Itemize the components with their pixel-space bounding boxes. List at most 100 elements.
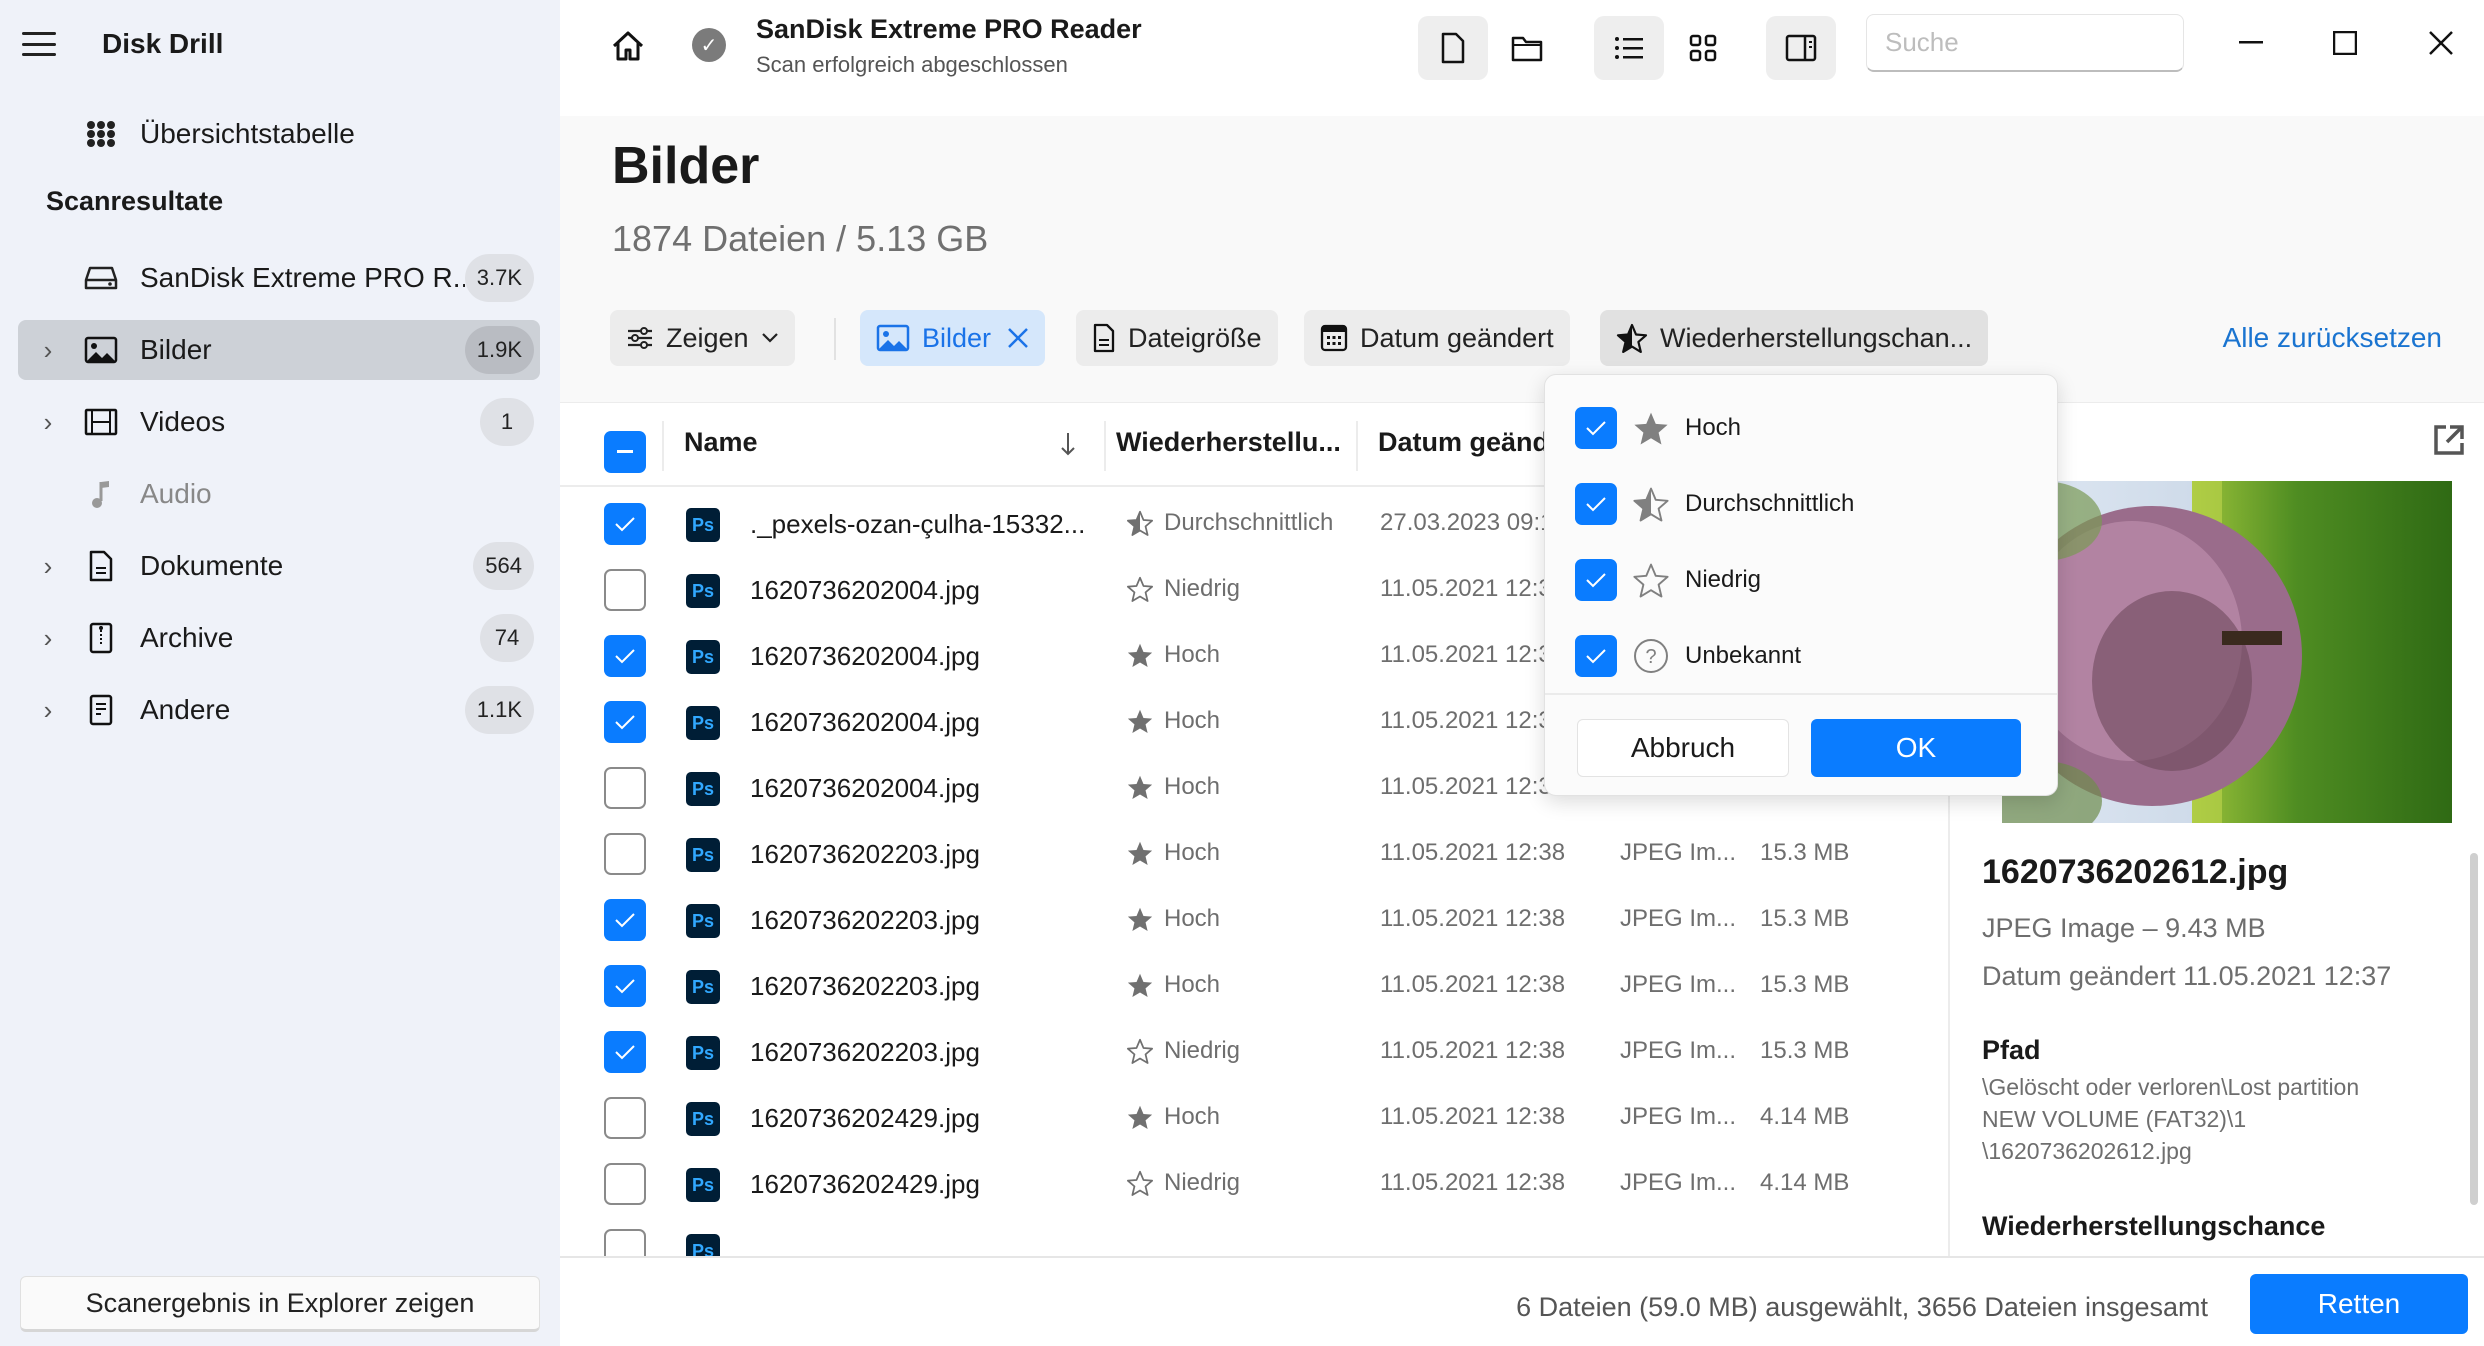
date-filter-button[interactable]: Datum geändert	[1304, 310, 1570, 366]
grid-view-button[interactable]	[1668, 16, 1738, 80]
file-type: JPEG Im...	[1620, 971, 1737, 998]
close-button[interactable]	[2416, 20, 2466, 66]
row-checkbox[interactable]	[604, 635, 646, 677]
open-external-icon[interactable]	[2432, 423, 2466, 457]
page-subtitle: 1874 Dateien / 5.13 GB	[612, 218, 989, 259]
table-row[interactable]: Ps 1620736202203.jpg Hoch 11.05.2021 12:38 J…	[560, 953, 1948, 1019]
list-view-button[interactable]	[1594, 16, 1664, 80]
folder-icon	[1511, 36, 1543, 62]
table-row[interactable]: Ps 1620736202429.jpg Hoch 11.05.2021 12:38 J…	[560, 1085, 1948, 1151]
file-type: JPEG Im...	[1620, 1103, 1737, 1130]
option-checkbox[interactable]	[1575, 407, 1617, 449]
device-title: SanDisk Extreme PRO Reader	[756, 14, 1142, 44]
minimize-button[interactable]	[2226, 20, 2276, 66]
option-low[interactable]: Niedrig	[1575, 557, 1761, 603]
table-row[interactable]: Ps 1620736202203.jpg Niedrig 11.05.2021 12:…	[560, 1019, 1948, 1085]
sidebar-item-audio[interactable]: Audio	[18, 464, 540, 524]
drive-icon	[78, 264, 124, 292]
filesize-filter-button[interactable]: Dateigröße	[1076, 310, 1278, 366]
row-checkbox[interactable]	[604, 1031, 646, 1073]
recovery-chance-filter-button[interactable]: Wiederherstellungschan...	[1600, 310, 1989, 366]
column-divider	[1356, 421, 1358, 471]
row-checkbox[interactable]	[604, 1097, 646, 1139]
sidebar-item-andere[interactable]: › Andere 1.1K	[18, 680, 540, 740]
search-field[interactable]	[1866, 14, 2220, 72]
date-modified: 11.05.2021 12:38	[1380, 905, 1566, 932]
option-checkbox[interactable]	[1575, 483, 1617, 525]
search-input[interactable]	[1885, 27, 2220, 58]
row-checkbox[interactable]	[604, 899, 646, 941]
option-checkbox[interactable]	[1575, 559, 1617, 601]
file-type: JPEG Im...	[1620, 839, 1737, 866]
option-unknown[interactable]: ? Unbekannt	[1575, 633, 1801, 679]
show-in-explorer-button[interactable]: Scanergebnis in Explorer zeigen	[20, 1276, 540, 1332]
cancel-button[interactable]: Abbruch	[1577, 719, 1789, 777]
sidebar-item-device[interactable]: SanDisk Extreme PRO R... 3.7K	[18, 248, 540, 308]
column-header-chance[interactable]: Wiederherstellu...	[1116, 427, 1341, 458]
document-icon	[78, 550, 124, 582]
sliders-icon	[628, 327, 652, 349]
star-outline-icon	[1631, 562, 1671, 598]
sidebar-item-label: Videos	[140, 406, 226, 437]
chevron-down-icon	[761, 333, 778, 343]
film-icon	[78, 408, 124, 436]
photoshop-file-icon: Ps	[686, 1168, 720, 1202]
chevron-right-icon[interactable]: ›	[18, 407, 78, 438]
row-checkbox[interactable]	[604, 767, 646, 809]
sidebar-item-bilder[interactable]: › Bilder 1.9K	[18, 320, 540, 380]
chevron-right-icon[interactable]: ›	[18, 623, 78, 654]
file-size: 4.14 MB	[1760, 1103, 1850, 1130]
date-modified: 11.05.2021 12:3	[1380, 773, 1552, 800]
select-all-checkbox[interactable]	[604, 431, 646, 473]
photoshop-file-icon: Ps	[686, 1234, 720, 1256]
images-filter-chip[interactable]: Bilder	[860, 310, 1046, 366]
reset-all-link[interactable]: Alle zurücksetzen	[2223, 322, 2442, 354]
sidebar-item-dokumente[interactable]: › Dokumente 564	[18, 536, 540, 596]
home-icon[interactable]	[608, 26, 648, 66]
recover-button[interactable]: Retten	[2250, 1274, 2468, 1334]
images-filter-label: Bilder	[922, 322, 992, 353]
side-panel-icon	[1785, 34, 1817, 62]
option-average[interactable]: Durchschnittlich	[1575, 481, 1854, 527]
table-row[interactable]: Ps 1620736202203.jpg Hoch 11.05.2021 12:38 J…	[560, 821, 1948, 887]
date-modified: 11.05.2021 12:3	[1380, 575, 1552, 602]
recovery-chance: Durchschnittlich	[1126, 509, 1333, 537]
folder-view-button[interactable]	[1492, 16, 1562, 80]
row-checkbox[interactable]	[604, 503, 646, 545]
option-high[interactable]: Hoch	[1575, 405, 1741, 451]
recovery-chance: Hoch	[1126, 707, 1220, 735]
sidebar-item-label: Archive	[140, 622, 234, 653]
row-checkbox[interactable]	[604, 569, 646, 611]
row-checkbox[interactable]	[604, 833, 646, 875]
row-checkbox[interactable]	[604, 1163, 646, 1205]
star-filled-icon	[1631, 410, 1671, 446]
file-name: 1620736202203.jpg	[750, 839, 980, 869]
file-name: 1620736202203.jpg	[750, 971, 980, 1001]
table-row[interactable]: Ps 1620736202429.jpg Niedrig 11.05.2021 12:…	[560, 1151, 1948, 1217]
option-checkbox[interactable]	[1575, 635, 1617, 677]
preview-scrollbar[interactable]	[2470, 853, 2478, 1205]
recovery-chance: Niedrig	[1126, 1037, 1240, 1065]
file-type: JPEG Im...	[1620, 1037, 1737, 1064]
table-row-partial[interactable]: Ps	[560, 1217, 1948, 1256]
preview-path: \Gelöscht oder verloren\Lost partition N…	[1982, 1074, 2360, 1164]
table-row[interactable]: Ps 1620736202203.jpg Hoch 11.05.2021 12:38 J…	[560, 887, 1948, 953]
chevron-right-icon[interactable]: ›	[18, 695, 78, 726]
preview-panel-toggle[interactable]	[1766, 16, 1836, 80]
sidebar-item-archive[interactable]: › Archive 74	[18, 608, 540, 668]
sidebar-item-overview[interactable]: Übersichtstabelle	[18, 104, 540, 164]
column-header-date[interactable]: Datum geänd	[1378, 427, 1549, 458]
ok-button[interactable]: OK	[1811, 719, 2021, 777]
file-view-button[interactable]	[1418, 16, 1488, 80]
maximize-button[interactable]	[2320, 20, 2370, 66]
show-filter-button[interactable]: Zeigen	[610, 310, 795, 366]
row-checkbox[interactable]	[604, 965, 646, 1007]
sidebar-item-videos[interactable]: › Videos 1	[18, 392, 540, 452]
row-checkbox[interactable]	[604, 1229, 646, 1256]
chevron-right-icon[interactable]: ›	[18, 551, 78, 582]
column-header-name[interactable]: Name	[684, 427, 758, 458]
menu-icon[interactable]	[22, 32, 56, 56]
row-checkbox[interactable]	[604, 701, 646, 743]
chevron-right-icon[interactable]: ›	[18, 335, 78, 366]
file-size: 15.3 MB	[1760, 1037, 1850, 1064]
